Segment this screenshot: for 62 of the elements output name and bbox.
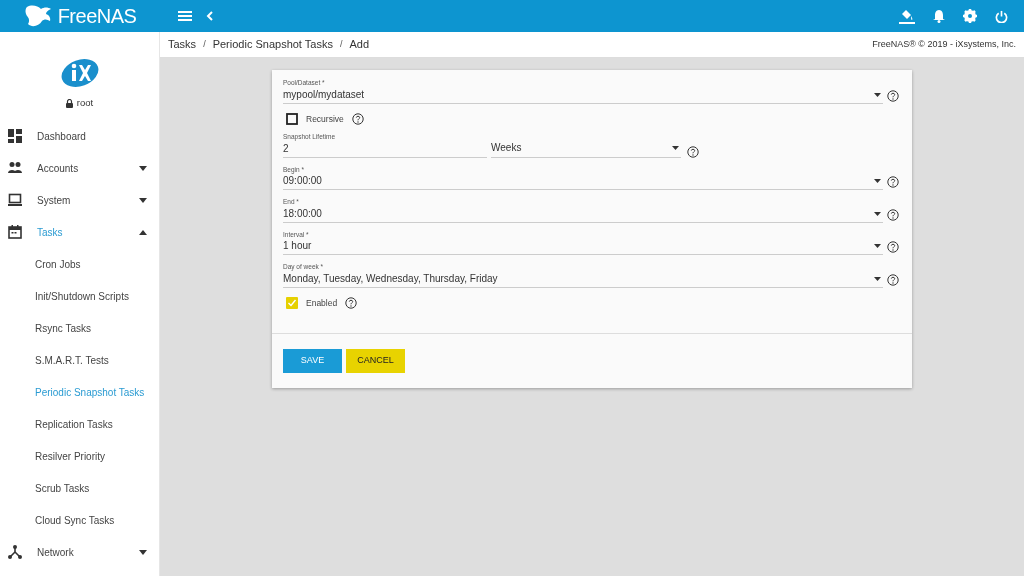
checkbox[interactable] xyxy=(286,112,298,125)
sidebar-subitem[interactable]: Scrub Tasks xyxy=(0,472,159,504)
lock-icon xyxy=(65,98,73,108)
back-chevron-icon[interactable] xyxy=(206,10,214,22)
dropdown-caret-icon xyxy=(874,276,881,281)
caret-down-icon xyxy=(139,197,147,203)
bell-icon[interactable] xyxy=(933,9,945,23)
help-icon[interactable] xyxy=(687,145,699,158)
sidebar-subitem[interactable]: S.M.A.R.T. Tests xyxy=(0,344,159,376)
sidebar-item[interactable]: Network xyxy=(0,536,159,568)
help-icon[interactable] xyxy=(887,208,899,221)
select-field[interactable]: 09:00:00 xyxy=(283,173,883,191)
help-icon[interactable] xyxy=(887,176,899,189)
sidebar-item[interactable]: Dashboard xyxy=(0,120,159,152)
sidebar-subitem[interactable]: Rsync Tasks xyxy=(0,312,159,344)
dropdown-caret-icon xyxy=(874,92,881,97)
checkbox-label: Recursive xyxy=(306,112,344,126)
sidebar-subitem[interactable]: Resilver Priority xyxy=(0,440,159,472)
username: root xyxy=(76,96,94,110)
dropdown-caret-icon xyxy=(874,244,881,249)
ix-logo-icon xyxy=(59,58,100,88)
settings-icon[interactable] xyxy=(963,9,977,23)
select-field[interactable]: 1 hour xyxy=(283,238,883,256)
cancel-button[interactable]: CANCEL xyxy=(346,348,405,373)
breadcrumb-separator: / xyxy=(203,37,206,51)
breadcrumb-separator: / xyxy=(339,37,343,51)
caret-down-icon xyxy=(139,165,147,171)
sidebar-subitem[interactable]: Cloud Sync Tasks xyxy=(0,504,159,536)
input-field[interactable]: 2 xyxy=(283,140,487,158)
calendar-icon xyxy=(8,225,22,239)
select-field[interactable]: Monday, Tuesday, Wednesday, Thursday, Friday xyxy=(283,270,883,288)
sidebar-subitem[interactable]: Cron Jobs xyxy=(0,248,159,280)
select-field[interactable]: mypool/mydataset xyxy=(283,86,883,104)
dropdown-caret-icon xyxy=(874,179,881,184)
caret-up-icon xyxy=(139,229,147,235)
laptop-icon xyxy=(8,193,22,207)
paint-bucket-icon[interactable] xyxy=(899,8,915,24)
help-icon[interactable] xyxy=(345,297,358,310)
copyright-text: FreeNAS® © 2019 - iXsystems, Inc. xyxy=(872,37,1016,51)
sidebar-item[interactable]: System xyxy=(0,184,159,216)
network-icon xyxy=(8,545,22,559)
help-icon[interactable] xyxy=(887,241,899,254)
checkbox-label: Enabled xyxy=(306,296,338,310)
breadcrumb-link[interactable]: Tasks xyxy=(168,36,197,53)
sidebar-subitem[interactable]: Init/Shutdown Scripts xyxy=(0,280,159,312)
dropdown-caret-icon xyxy=(672,145,679,150)
select-field[interactable]: Weeks xyxy=(491,138,681,158)
sidebar-item[interactable]: Accounts xyxy=(0,152,159,184)
select-field[interactable]: 18:00:00 xyxy=(283,205,883,223)
power-icon[interactable] xyxy=(995,9,1008,23)
help-icon[interactable] xyxy=(887,89,899,102)
brand-name: FreeNAS xyxy=(57,6,137,26)
checkbox[interactable] xyxy=(286,297,298,310)
dropdown-caret-icon xyxy=(874,211,881,216)
sidebar-subitem[interactable]: Replication Tasks xyxy=(0,408,159,440)
breadcrumb-link[interactable]: Periodic Snapshot Tasks xyxy=(212,36,333,53)
caret-down-icon xyxy=(139,549,147,555)
dashboard-icon xyxy=(8,129,22,143)
people-icon xyxy=(8,161,22,175)
help-icon[interactable] xyxy=(887,273,899,286)
menu-icon[interactable] xyxy=(178,10,192,22)
help-icon[interactable] xyxy=(351,112,364,125)
